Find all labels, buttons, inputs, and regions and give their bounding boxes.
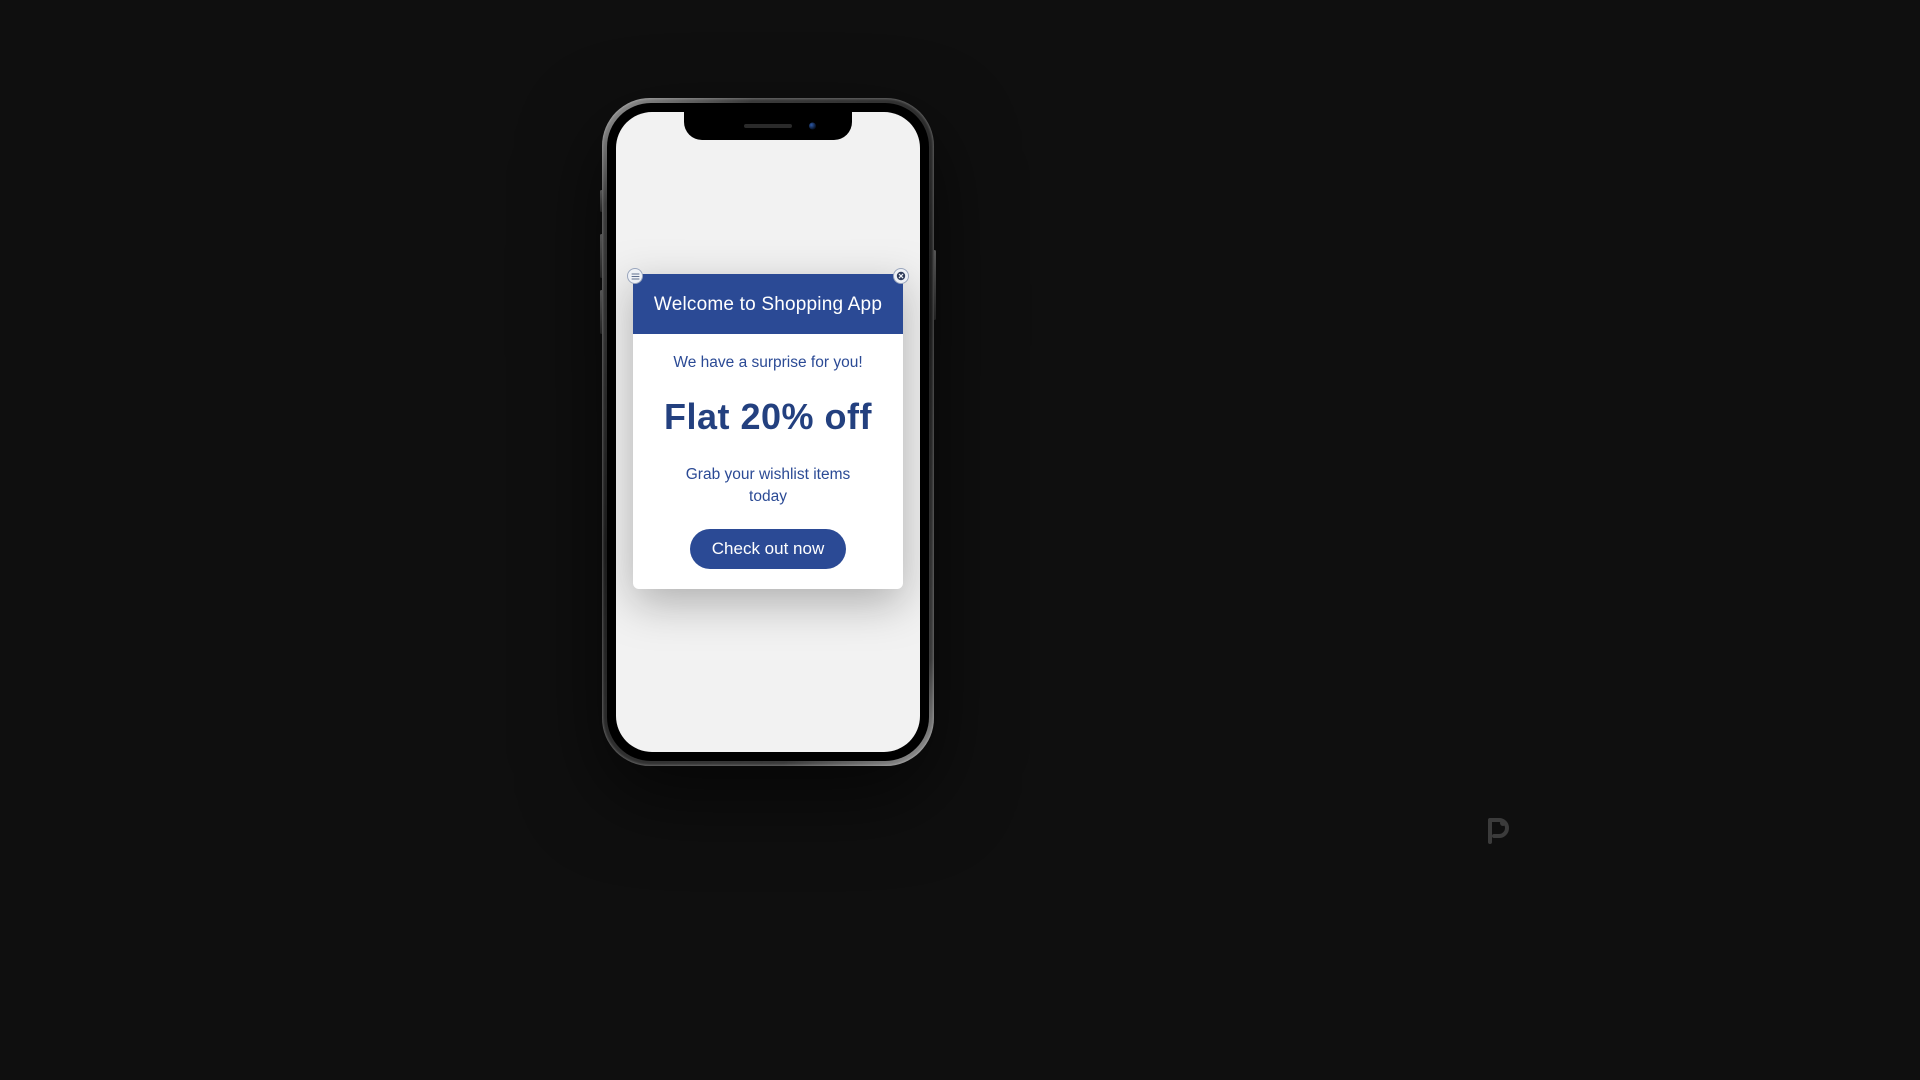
promo-modal: Welcome to Shopping App We have a surpri… [633, 274, 903, 589]
modal-subtitle: We have a surprise for you! [647, 354, 889, 372]
menu-icon[interactable] [627, 268, 643, 284]
phone-mockup: Welcome to Shopping App We have a surpri… [602, 98, 934, 766]
checkout-button[interactable]: Check out now [690, 529, 846, 569]
modal-headline: Flat 20% off [647, 396, 889, 438]
watermark-logo [1480, 814, 1514, 848]
phone-notch [684, 112, 852, 140]
modal-description: Grab your wishlist items today [678, 464, 858, 507]
promo-card: Welcome to Shopping App We have a surpri… [633, 274, 903, 589]
close-icon[interactable] [893, 268, 909, 284]
modal-body: We have a surprise for you! Flat 20% off… [633, 334, 903, 589]
speaker-grille [744, 124, 792, 128]
modal-title: Welcome to Shopping App [633, 274, 903, 334]
phone-screen: Welcome to Shopping App We have a surpri… [616, 112, 920, 752]
front-camera [809, 123, 816, 130]
